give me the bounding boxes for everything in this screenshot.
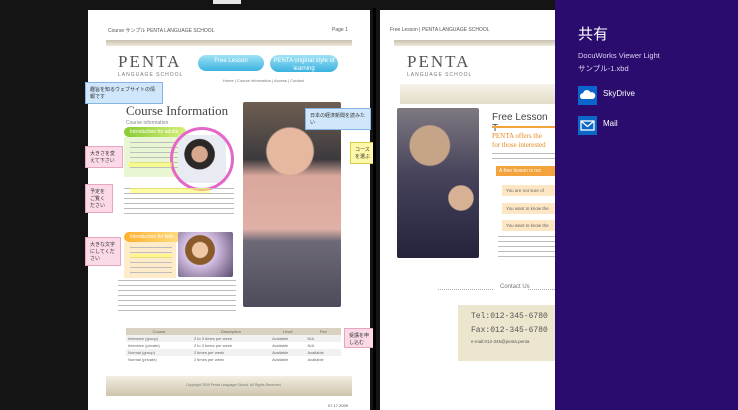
table-row: Intensive (private) 2 to 3 times per week… [128,343,315,348]
highlight-1 [128,162,172,167]
course-information-subtitle: Course information [126,120,169,126]
col-description: Description [191,328,271,335]
contact-divider-right [528,289,555,290]
pill-adults: Introduction for adults [124,127,186,137]
document-page-1[interactable]: Course サンプル PENTA LANGUAGE SCHOOL Page 1… [88,10,370,410]
share-file-name: サンプル-1.xbd [578,64,629,73]
share-app-name: DocuWorks Viewer Light [578,51,660,60]
sticky-note-7[interactable]: 受講を申し込む [344,328,374,348]
table-row: Intensive (group) 2 to 3 times per week Av… [126,335,341,342]
mail-label: Mail [603,119,618,128]
page1-page-number: Page 1 [332,27,348,33]
page1-copyright: Copyright 2009 Penta Language School. Al… [186,383,282,387]
page2-logo: PENTA [407,52,471,71]
intro-text [492,153,555,163]
share-target-skydrive[interactable]: SkyDrive [578,86,718,108]
page2-top-band [394,40,555,46]
sticky-note-4[interactable]: 大きさを変えて下さい [85,146,123,168]
page1-top-band [106,40,352,46]
reason-item-2: You want to know the [502,203,555,214]
col-fee: Fee [305,328,341,335]
kids-text [130,247,172,275]
original-style-button[interactable]: PENTA original style of learning [270,55,338,72]
cloud-icon [578,86,597,105]
email-address: e-mail:012-345@penta.penta [471,339,530,344]
reason-item-1: You are not sure of [502,185,555,196]
share-title: 共有 [578,26,609,43]
pill-kids: Introduction for kids [124,232,186,242]
share-charm-pane: 共有 DocuWorks Viewer Light サンプル-1.xbd Sky… [555,0,738,410]
sticky-note-1[interactable]: 趣旨を知るウェブサイトの情報です [85,82,163,104]
kid-student-photo [178,232,233,277]
contact-us-heading: Contact Us [500,284,530,290]
sticky-note-2[interactable]: 日本の経済新聞を読みたい [305,108,371,130]
page-separator [373,8,376,410]
free-lesson-body [498,236,555,260]
tel-number: Tel:012-345-6780 [471,312,548,321]
sticky-note-5[interactable]: 予定をご覧ください [85,184,113,213]
reason-item-3: You want to know the [502,220,555,231]
page1-logo: PENTA [118,52,182,71]
page1-date: 07.17.2009 [328,403,349,408]
page2-header-band [400,84,555,104]
page1-header: Course サンプル PENTA LANGUAGE SCHOOL [108,28,215,34]
top-tab-indicator[interactable] [213,0,241,4]
free-lesson-heading: Free Lesson T [492,112,548,134]
orange-line-1: PENTA offers the [492,132,542,140]
page2-header: Free Lesson | PENTA LANGUAGE SCHOOL [390,27,490,33]
teacher-photo [243,102,341,307]
annotation-circle [170,127,234,191]
document-viewer: Course サンプル PENTA LANGUAGE SCHOOL Page 1… [0,0,738,410]
page1-navbar[interactable]: Home | Course Information | Access | Con… [223,78,304,83]
highlight-3 [130,254,172,258]
free-lesson-button[interactable]: Free Lesson [198,55,264,71]
share-target-mail[interactable]: Mail [578,116,718,138]
free-lesson-badge: A free lesson is rec [496,166,555,176]
sticky-note-6[interactable]: 大きな文字にしてください [85,237,121,266]
orange-intro: PENTA offers the for those interested [492,132,546,150]
contact-box: Tel:012-345-6780 Fax:012-345-6780 e-mail… [458,305,555,361]
col-course: Course [126,328,192,335]
orange-line-2: for those interested [492,141,546,149]
mail-icon [578,116,597,135]
kids-paragraph [118,280,236,312]
col-level: Level [270,328,306,335]
fax-number: Fax:012-345-6780 [471,326,548,335]
page2-logo-sub: LANGUAGE SCHOOL [407,72,473,78]
course-schedule-table: Course Description Level Fee Intensive (… [126,328,341,363]
table-row: Normal (private) 2 times per week Availabl… [128,357,324,362]
document-page-2[interactable]: Free Lesson | PENTA LANGUAGE SCHOOL PENT… [380,10,555,410]
free-lesson-underline [492,126,555,128]
highlight-2 [130,188,210,193]
course-information-title: Course Information [126,103,229,118]
skydrive-label: SkyDrive [603,89,636,98]
sticky-note-3[interactable]: コースを選ぶ [350,142,375,164]
table-row: Normal (group) 2 times per week Available A… [126,349,341,356]
page2-students-photo [397,108,479,258]
page1-logo-sub: LANGUAGE SCHOOL [118,72,184,78]
contact-divider-left [438,289,493,290]
